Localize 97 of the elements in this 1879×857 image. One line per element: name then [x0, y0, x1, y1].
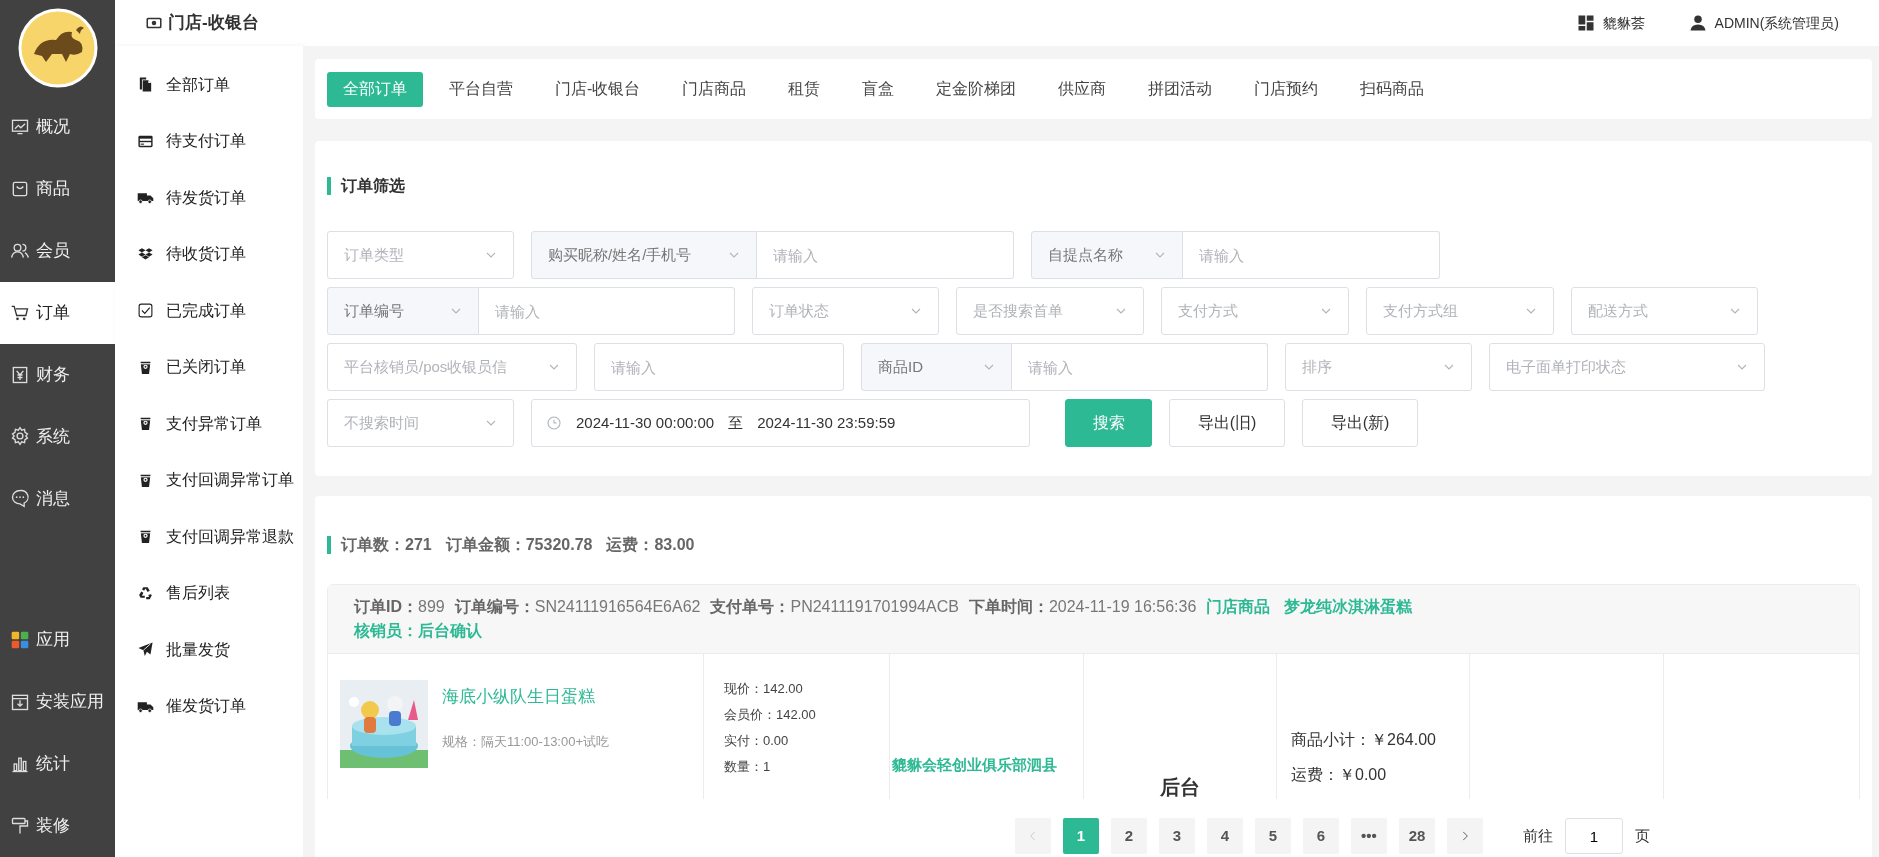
nav-item[interactable]: 财务 [0, 343, 115, 406]
tab[interactable]: 拼团活动 [1132, 71, 1229, 107]
input-field[interactable]: 请输入 [1012, 343, 1268, 392]
nav-item[interactable]: 概况 [0, 95, 115, 158]
stat-text: 订单金额：75320.78 [445, 536, 593, 555]
page-button[interactable]: 5 [1255, 818, 1291, 854]
export-button[interactable]: 导出(旧) [1169, 399, 1285, 448]
order-field: 订单编号：SN24111916564E6A62 [454, 595, 701, 620]
store-name: 貔貅会轻创业俱乐部泗县 [892, 756, 1057, 774]
stat-text: 运费：83.00 [606, 536, 695, 555]
nav-item[interactable]: 装修 [0, 795, 115, 857]
nav-item[interactable]: 安装应用 [0, 671, 115, 734]
checkbox-icon [137, 302, 154, 320]
section-title: 订单筛选 [327, 177, 1860, 196]
sub-nav-item[interactable]: 已关闭订单 [115, 338, 303, 396]
export-button[interactable]: 导出(新) [1302, 399, 1418, 448]
nav-item[interactable]: 统计 [0, 733, 115, 795]
download-icon [10, 692, 30, 713]
sub-nav-item[interactable]: 售后列表 [115, 564, 303, 622]
status-text: 后台 [1160, 776, 1200, 799]
input-field[interactable]: 请输入 [594, 343, 844, 392]
price-line: 现价：142.00 [724, 680, 804, 699]
sub-nav-item[interactable]: 支付异常订单 [115, 395, 303, 452]
documents-icon [137, 76, 154, 94]
settings-icon [10, 426, 30, 447]
date-text: 2024-11-30 00:00:00 [576, 413, 715, 434]
product-spec: 规格：隔天11:00-13:00+试吃 [442, 732, 610, 751]
nav-item[interactable]: 系统 [0, 405, 115, 468]
sub-nav-item[interactable]: 待发货订单 [115, 169, 303, 226]
date-range-field[interactable]: 2024-11-30 00:00:00 至 2024-11-30 23:59:59 [531, 399, 1030, 448]
input-field[interactable]: 请输入 [1183, 231, 1440, 280]
page-button[interactable]: 28 [1399, 818, 1435, 854]
separator-text: 至 [728, 413, 744, 434]
page-title: 门店-收银台 [168, 12, 259, 35]
cup-icon [137, 415, 154, 433]
sub-nav-item[interactable]: 批量发货 [115, 621, 303, 678]
tab[interactable]: 门店商品 [666, 71, 763, 107]
goto-label: 前往 [1523, 826, 1553, 846]
clock-icon [546, 415, 562, 432]
yen-icon [10, 364, 30, 385]
nav-item[interactable]: 订单 [0, 281, 115, 344]
sub-nav-item[interactable]: 支付回调异常订单 [115, 451, 303, 509]
page-input[interactable]: 1 [1565, 818, 1623, 854]
shop-name: 貔貅荟 [1602, 13, 1645, 33]
page-button[interactable]: 2 [1111, 818, 1147, 854]
tab[interactable]: 供应商 [1042, 71, 1123, 107]
select-field[interactable]: 订单编号 [327, 287, 479, 336]
order-field: 订单ID：899 [354, 595, 445, 620]
page-button[interactable]: ••• [1351, 818, 1387, 854]
order-field: 下单时间：2024-11-19 16:56:36 [968, 595, 1197, 620]
nav-item[interactable]: 应用 [0, 609, 115, 672]
input-field[interactable]: 请输入 [757, 231, 1014, 280]
user-icon [1688, 14, 1707, 33]
date-text: 2024-11-30 23:59:59 [757, 413, 896, 434]
page-button[interactable]: 3 [1159, 818, 1195, 854]
user-name: ADMIN(系统管理员) [1714, 13, 1839, 33]
page-button[interactable]: 6 [1303, 818, 1339, 854]
paint-roller-icon [10, 815, 30, 836]
recycle-icon [137, 584, 154, 602]
apps-icon [10, 630, 30, 651]
tab[interactable]: 扫码商品 [1344, 71, 1441, 107]
tab[interactable]: 门店预约 [1238, 71, 1335, 107]
order-field: 支付单号：PN2411191701994ACB [710, 595, 959, 620]
tab[interactable]: 门店-收银台 [539, 71, 657, 107]
logo-icon [17, 7, 98, 88]
total-line: 商品小计：￥264.00 [1291, 730, 1437, 751]
sub-nav-item[interactable]: 待支付订单 [115, 112, 303, 170]
cup-icon [137, 528, 154, 546]
sub-nav-item[interactable]: 支付回调异常退款 [115, 508, 303, 565]
tab[interactable]: 租赁 [772, 71, 837, 107]
sub-nav-item[interactable]: 全部订单 [115, 56, 303, 113]
page-unit: 页 [1635, 826, 1650, 846]
sub-nav-item[interactable]: 待收货订单 [115, 225, 303, 283]
next-page-button[interactable] [1447, 818, 1483, 854]
price-line: 实付：0.00 [724, 732, 790, 751]
total-line: 运费：￥0.00 [1291, 765, 1388, 786]
order-tag: 门店商品 [1206, 595, 1271, 620]
page-button[interactable]: 4 [1207, 818, 1243, 854]
price-line: 会员价：142.00 [724, 706, 817, 725]
sub-nav-item[interactable]: 已完成订单 [115, 282, 303, 339]
sub-nav-item[interactable]: 催发货订单 [115, 677, 303, 735]
verifier-text: 核销员：后台确认 [354, 621, 482, 642]
input-field[interactable]: 请输入 [479, 287, 735, 336]
select-field[interactable]: 商品ID [861, 343, 1012, 392]
nav-item[interactable]: 会员 [0, 219, 115, 282]
tab[interactable]: 平台自营 [433, 71, 529, 107]
tab[interactable]: 盲盒 [846, 71, 911, 107]
price-line: 数量：1 [724, 758, 772, 777]
dashboard-icon [1576, 14, 1595, 33]
tab[interactable]: 定金阶梯团 [920, 71, 1033, 107]
nav-item[interactable]: 消息 [0, 467, 115, 530]
select-field[interactable]: 购买昵称/姓名/手机号 [531, 231, 757, 280]
chat-icon [10, 488, 30, 509]
select-field[interactable]: 自提点名称 [1031, 231, 1183, 280]
nav-item[interactable]: 商品 [0, 157, 115, 220]
order-tag: 梦龙纯冰淇淋蛋糕 [1284, 595, 1413, 620]
stat-text: 订单数：271 [341, 536, 432, 555]
